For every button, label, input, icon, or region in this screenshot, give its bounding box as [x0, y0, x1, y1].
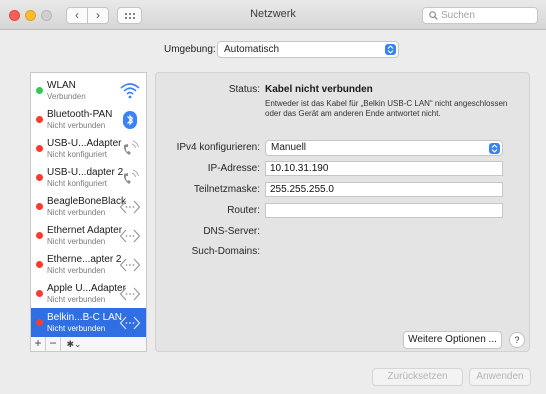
service-item-usb-adapter[interactable]: USB-U...Adapter Nicht konfiguriert [31, 134, 146, 163]
select-arrows-icon [489, 143, 500, 154]
ethernet-icon [119, 200, 141, 214]
service-name: USB-U...dapter 2 [47, 167, 124, 178]
status-dot-icon [36, 203, 43, 210]
service-status: Verbunden [47, 92, 86, 101]
router-label: Router: [227, 205, 260, 216]
service-status: Nicht konfiguriert [47, 179, 108, 188]
help-button[interactable]: ? [509, 332, 525, 348]
phone-icon [123, 140, 139, 155]
service-name: Etherne...apter 2 [47, 254, 122, 265]
ip-address-label: IP-Adresse: [207, 163, 260, 174]
service-name: Apple U...Adapter [47, 283, 126, 294]
ethernet-icon [119, 229, 141, 243]
service-status: Nicht konfiguriert [47, 150, 108, 159]
add-service-button[interactable]: + [31, 337, 46, 351]
ipv4-configure-value: Manuell [271, 142, 307, 153]
dns-server-label: DNS-Server: [203, 226, 260, 237]
service-item-wlan[interactable]: WLAN Verbunden [31, 76, 146, 105]
status-dot-icon [36, 290, 43, 297]
status-value: Kabel nicht verbunden [265, 84, 373, 95]
ethernet-icon [119, 316, 141, 330]
status-dot-icon [36, 261, 43, 268]
service-status: Nicht verbunden [47, 208, 106, 217]
service-name: WLAN [47, 80, 76, 91]
remove-service-button[interactable]: − [46, 337, 61, 351]
title-bar: ‹ › Netzwerk [0, 0, 546, 30]
search-domains-label: Such-Domains: [191, 246, 260, 257]
service-name: Belkin...B-C LAN [47, 312, 123, 323]
status-dot-icon [36, 232, 43, 239]
service-list-toolbar: + − ✱⌄ [30, 337, 147, 352]
location-value: Automatisch [224, 44, 280, 55]
search-field[interactable] [422, 7, 538, 24]
service-item-apple-usb-adapter[interactable]: Apple U...Adapter Nicht verbunden [31, 279, 146, 308]
network-preferences-window: ‹ › Netzwerk Umgebung: Automatisch WLAN … [0, 0, 546, 394]
phone-icon [123, 169, 139, 184]
location-label: Umgebung: [164, 44, 216, 55]
service-item-ethernet-adapter-2[interactable]: Etherne...apter 2 Nicht verbunden [31, 250, 146, 279]
status-dot-icon [36, 319, 43, 326]
status-dot-icon [36, 87, 43, 94]
bluetooth-icon [123, 111, 137, 129]
status-label: Status: [228, 84, 260, 95]
service-status: Nicht verbunden [47, 266, 106, 275]
service-list: WLAN Verbunden Bluetooth-PAN Nicht verbu… [30, 72, 147, 338]
subnet-mask-field[interactable]: 255.255.255.0 [265, 182, 503, 197]
wifi-icon [120, 83, 140, 99]
subnet-mask-label: Teilnetzmaske: [193, 184, 260, 195]
ethernet-icon [119, 287, 141, 301]
more-options-button[interactable]: Weitere Optionen ... [403, 331, 502, 349]
service-name: Ethernet Adapter [47, 225, 123, 236]
select-arrows-icon [385, 44, 396, 55]
ipv4-configure-select[interactable]: Manuell [265, 140, 503, 156]
location-select[interactable]: Automatisch [217, 41, 399, 58]
search-icon [429, 11, 438, 20]
router-field[interactable] [265, 203, 503, 218]
service-name: BeagleBoneBlack [47, 196, 126, 207]
status-dot-icon [36, 145, 43, 152]
reset-button[interactable]: Zurücksetzen [372, 368, 463, 386]
service-status: Nicht verbunden [47, 324, 106, 333]
status-dot-icon [36, 174, 43, 181]
service-item-beagleboneblack[interactable]: BeagleBoneBlack Nicht verbunden [31, 192, 146, 221]
service-name: Bluetooth-PAN [47, 109, 113, 120]
service-status: Nicht verbunden [47, 295, 106, 304]
status-dot-icon [36, 116, 43, 123]
search-input[interactable] [441, 9, 533, 22]
ipv4-configure-label: IPv4 konfigurieren: [176, 142, 260, 153]
ethernet-icon [119, 258, 141, 272]
ip-address-field[interactable]: 10.10.31.190 [265, 161, 503, 176]
apply-button[interactable]: Anwenden [469, 368, 531, 386]
service-item-belkin-usb-c-lan[interactable]: Belkin...B-C LAN Nicht verbunden [31, 308, 146, 337]
service-item-bluetooth-pan[interactable]: Bluetooth-PAN Nicht verbunden [31, 105, 146, 134]
action-menu-button[interactable]: ✱⌄ [61, 337, 87, 351]
service-status: Nicht verbunden [47, 237, 106, 246]
service-item-usb-adapter-2[interactable]: USB-U...dapter 2 Nicht konfiguriert [31, 163, 146, 192]
service-name: USB-U...Adapter [47, 138, 122, 149]
service-item-ethernet-adapter[interactable]: Ethernet Adapter Nicht verbunden [31, 221, 146, 250]
status-description: Entweder ist das Kabel für „Belkin USB-C… [265, 99, 508, 118]
service-status: Nicht verbunden [47, 121, 106, 130]
